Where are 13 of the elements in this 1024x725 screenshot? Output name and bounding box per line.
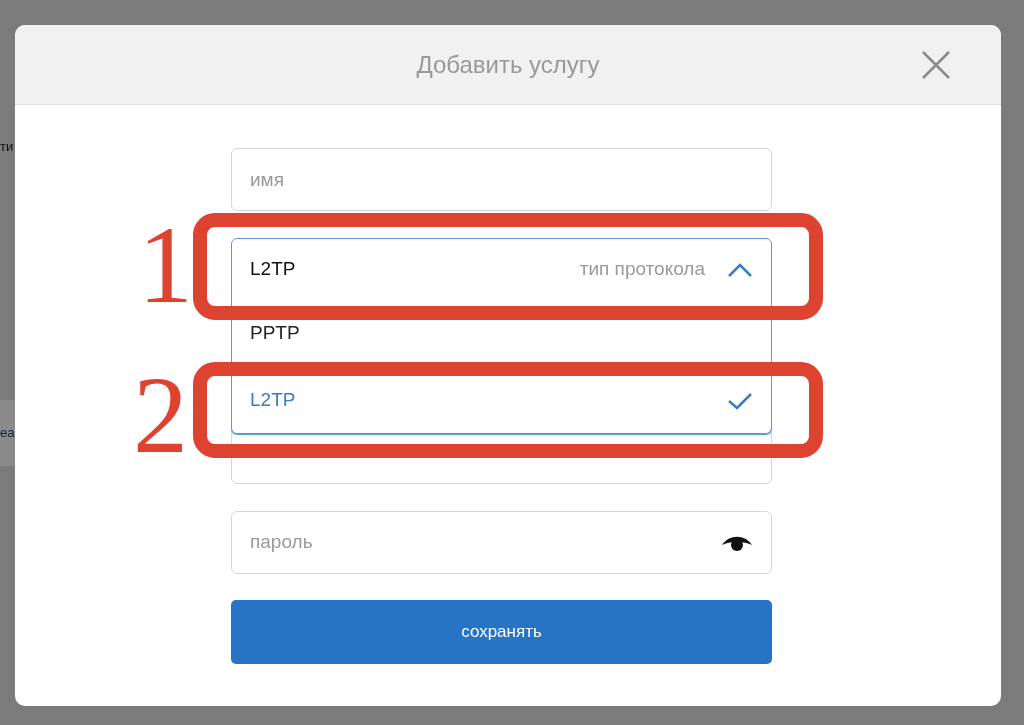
close-button[interactable] — [921, 50, 951, 80]
protocol-select[interactable]: L2TP тип протокола — [231, 238, 772, 301]
password-field[interactable]: пароль — [231, 511, 772, 574]
step-number: 2 — [133, 360, 188, 470]
dropdown-option[interactable]: PPTP — [232, 300, 771, 367]
dialog-title: Добавить услугу — [416, 49, 600, 80]
page-link[interactable]: ea — [0, 426, 15, 439]
save-button[interactable]: сохранять — [231, 600, 772, 664]
check-icon — [727, 390, 753, 411]
page-text: ти — [0, 140, 14, 153]
chevron-up-icon — [727, 261, 753, 278]
step-number: 1 — [138, 210, 193, 320]
name-field[interactable]: имя — [231, 148, 772, 211]
